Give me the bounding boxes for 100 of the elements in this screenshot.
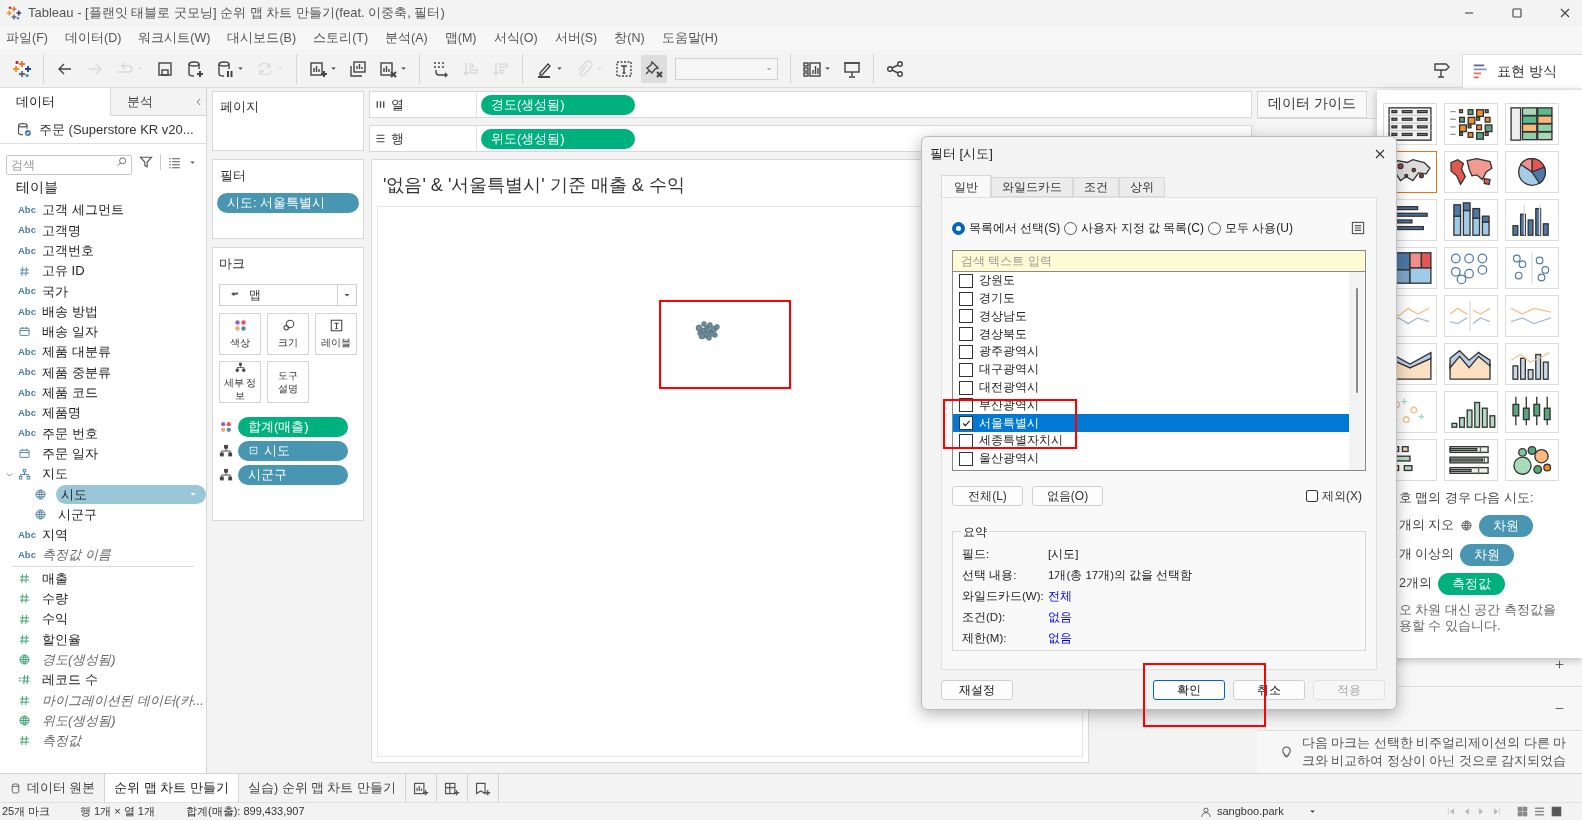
list-item[interactable]: 경기도: [953, 289, 1349, 308]
globe-icon: [34, 508, 47, 522]
data-guide-tab[interactable]: 데이터 가이드: [1257, 91, 1367, 118]
radio-option[interactable]: 목록에서 선택(S): [952, 219, 1061, 237]
menu-item[interactable]: 서식(O): [493, 28, 538, 48]
field-label[interactable]: 측정값 이름: [40, 545, 111, 565]
plus-icon[interactable]: [1553, 658, 1566, 671]
summary-link[interactable]: 없음: [1048, 630, 1072, 646]
share-icon: [885, 58, 905, 79]
list-menu-icon[interactable]: [1350, 220, 1366, 236]
field-label[interactable]: 제품명: [40, 403, 81, 423]
checkbox[interactable]: [959, 416, 973, 431]
mark-property-button[interactable]: 색상: [219, 312, 261, 355]
filter-icon[interactable]: [138, 154, 154, 170]
summary-link[interactable]: 전체: [1048, 588, 1072, 604]
mark-property-button[interactable]: 세부 정보: [219, 360, 261, 403]
list-item[interactable]: 경상북도: [953, 325, 1349, 344]
dialog-tab[interactable]: 조건: [1073, 177, 1119, 197]
mark-property-button[interactable]: 도구 설명: [267, 360, 309, 403]
field-label[interactable]: 고유 ID: [40, 261, 85, 281]
summary-link[interactable]: 없음: [1048, 609, 1072, 625]
field-pill[interactable]: 시도: [56, 484, 206, 504]
radio-option[interactable]: 사용자 지정 값 목록(C): [1064, 219, 1204, 237]
none-button[interactable]: 없음(O): [1032, 486, 1103, 506]
checkbox[interactable]: [959, 345, 973, 360]
checkbox[interactable]: [959, 309, 973, 324]
sheet-tab[interactable]: 순위 맵 차트 만들기: [105, 774, 239, 802]
menu-item[interactable]: 스토리(T): [313, 28, 369, 48]
checkbox[interactable]: [959, 451, 973, 466]
list-item[interactable]: 경상남도: [953, 307, 1349, 326]
summary-label: 필드:: [962, 547, 991, 562]
menu-item[interactable]: 창(N): [614, 28, 645, 48]
field-label[interactable]: 고객번호: [40, 241, 94, 261]
checkbox[interactable]: [959, 380, 973, 395]
checkbox[interactable]: [959, 291, 973, 306]
datasource-name[interactable]: 주문 (Superstore KR v20...: [39, 119, 194, 140]
field-label[interactable]: 마이그레이션된 데이터(카...: [40, 690, 204, 710]
mark-property-button[interactable]: 크기: [267, 312, 309, 355]
menu-item[interactable]: 도움말(H): [661, 28, 718, 48]
list-view-icon[interactable]: [1534, 806, 1545, 817]
list-item[interactable]: 광주광역시: [953, 343, 1349, 361]
menu-item[interactable]: 대시보드(B): [227, 28, 297, 48]
field-label[interactable]: 레코드 수: [40, 670, 98, 690]
filmstrip-view-icon[interactable]: [1551, 806, 1562, 817]
dialog-tab[interactable]: 와일드카드: [991, 177, 1073, 197]
menu-item[interactable]: 분석(A): [385, 28, 428, 48]
list-item[interactable]: 강원도: [953, 272, 1349, 290]
field-label[interactable]: 주문 일자: [40, 443, 98, 464]
field-label[interactable]: 경도(생성됨): [40, 649, 116, 670]
menu-item[interactable]: 파일(F): [6, 28, 48, 48]
field-label[interactable]: 수익: [40, 609, 68, 629]
field-label[interactable]: 고객 세그먼트: [40, 200, 124, 220]
grid-view-icon[interactable]: [1517, 806, 1528, 817]
field-label[interactable]: 국가: [40, 281, 68, 302]
exclude-checkbox[interactable]: 제외(X): [1306, 487, 1362, 505]
field-label[interactable]: 측정값: [40, 731, 81, 751]
checkbox[interactable]: [959, 327, 973, 342]
field-label[interactable]: 제품 대분류: [40, 342, 111, 362]
field-label[interactable]: 시군구: [56, 504, 97, 525]
field-label[interactable]: 주문 번호: [40, 423, 98, 444]
mark-type-dropdown[interactable]: 맵: [219, 283, 357, 306]
list-item[interactable]: 대전광역시: [953, 378, 1349, 397]
list-item[interactable]: 울산광역시: [953, 449, 1349, 468]
field-label[interactable]: 고객명: [40, 220, 81, 241]
mark-property-button[interactable]: 레이블: [315, 312, 357, 355]
dialog-tab[interactable]: 일반: [941, 175, 991, 197]
user-name[interactable]: sangboo.park: [1217, 803, 1303, 820]
dialog-button[interactable]: 재설정: [941, 680, 1013, 700]
menu-item[interactable]: 맵(M): [444, 28, 477, 48]
list-item[interactable]: 세종특별자치시: [953, 432, 1349, 450]
all-button[interactable]: 전체(L): [952, 486, 1023, 506]
scrollbar[interactable]: [1349, 272, 1365, 470]
field-label[interactable]: 할인율: [40, 629, 81, 650]
field-label[interactable]: 위도(생성됨): [40, 710, 116, 731]
field-label[interactable]: 제품 코드: [40, 383, 98, 403]
checkbox[interactable]: [959, 273, 973, 288]
field-label[interactable]: 제품 중분류: [40, 362, 111, 383]
show-me-button[interactable]: 표현 방식: [1462, 53, 1582, 88]
collapse-icon[interactable]: [248, 445, 259, 456]
toolbar-button[interactable]: [641, 54, 667, 83]
list-item[interactable]: 대구광역시: [953, 361, 1349, 379]
field-label[interactable]: 배송 일자: [40, 322, 98, 342]
search-field[interactable]: 검색 텍스트 입력: [953, 251, 1365, 272]
maximize-icon[interactable]: [1509, 5, 1525, 21]
dialog-tab[interactable]: 상위: [1119, 177, 1165, 197]
radio-option[interactable]: 모두 사용(U): [1208, 219, 1293, 237]
checkbox[interactable]: [959, 362, 973, 377]
list-item[interactable]: 서울특별시: [953, 414, 1349, 433]
search-field[interactable]: 검색: [6, 155, 132, 175]
checkbox[interactable]: [959, 434, 973, 449]
menu-item[interactable]: 워크시트(W): [138, 28, 211, 48]
menu-item[interactable]: 서버(S): [554, 28, 598, 48]
field-label[interactable]: 배송 방법: [40, 301, 98, 322]
field-label[interactable]: 지역: [40, 525, 68, 545]
dialog-button[interactable]: 확인: [1153, 680, 1225, 700]
field-label[interactable]: 지도: [40, 464, 68, 484]
field-label[interactable]: 매출: [40, 568, 68, 589]
menu-item[interactable]: 데이터(D): [64, 28, 122, 48]
field-label[interactable]: 수량: [40, 589, 68, 609]
pane-tab[interactable]: 분석: [110, 88, 206, 116]
